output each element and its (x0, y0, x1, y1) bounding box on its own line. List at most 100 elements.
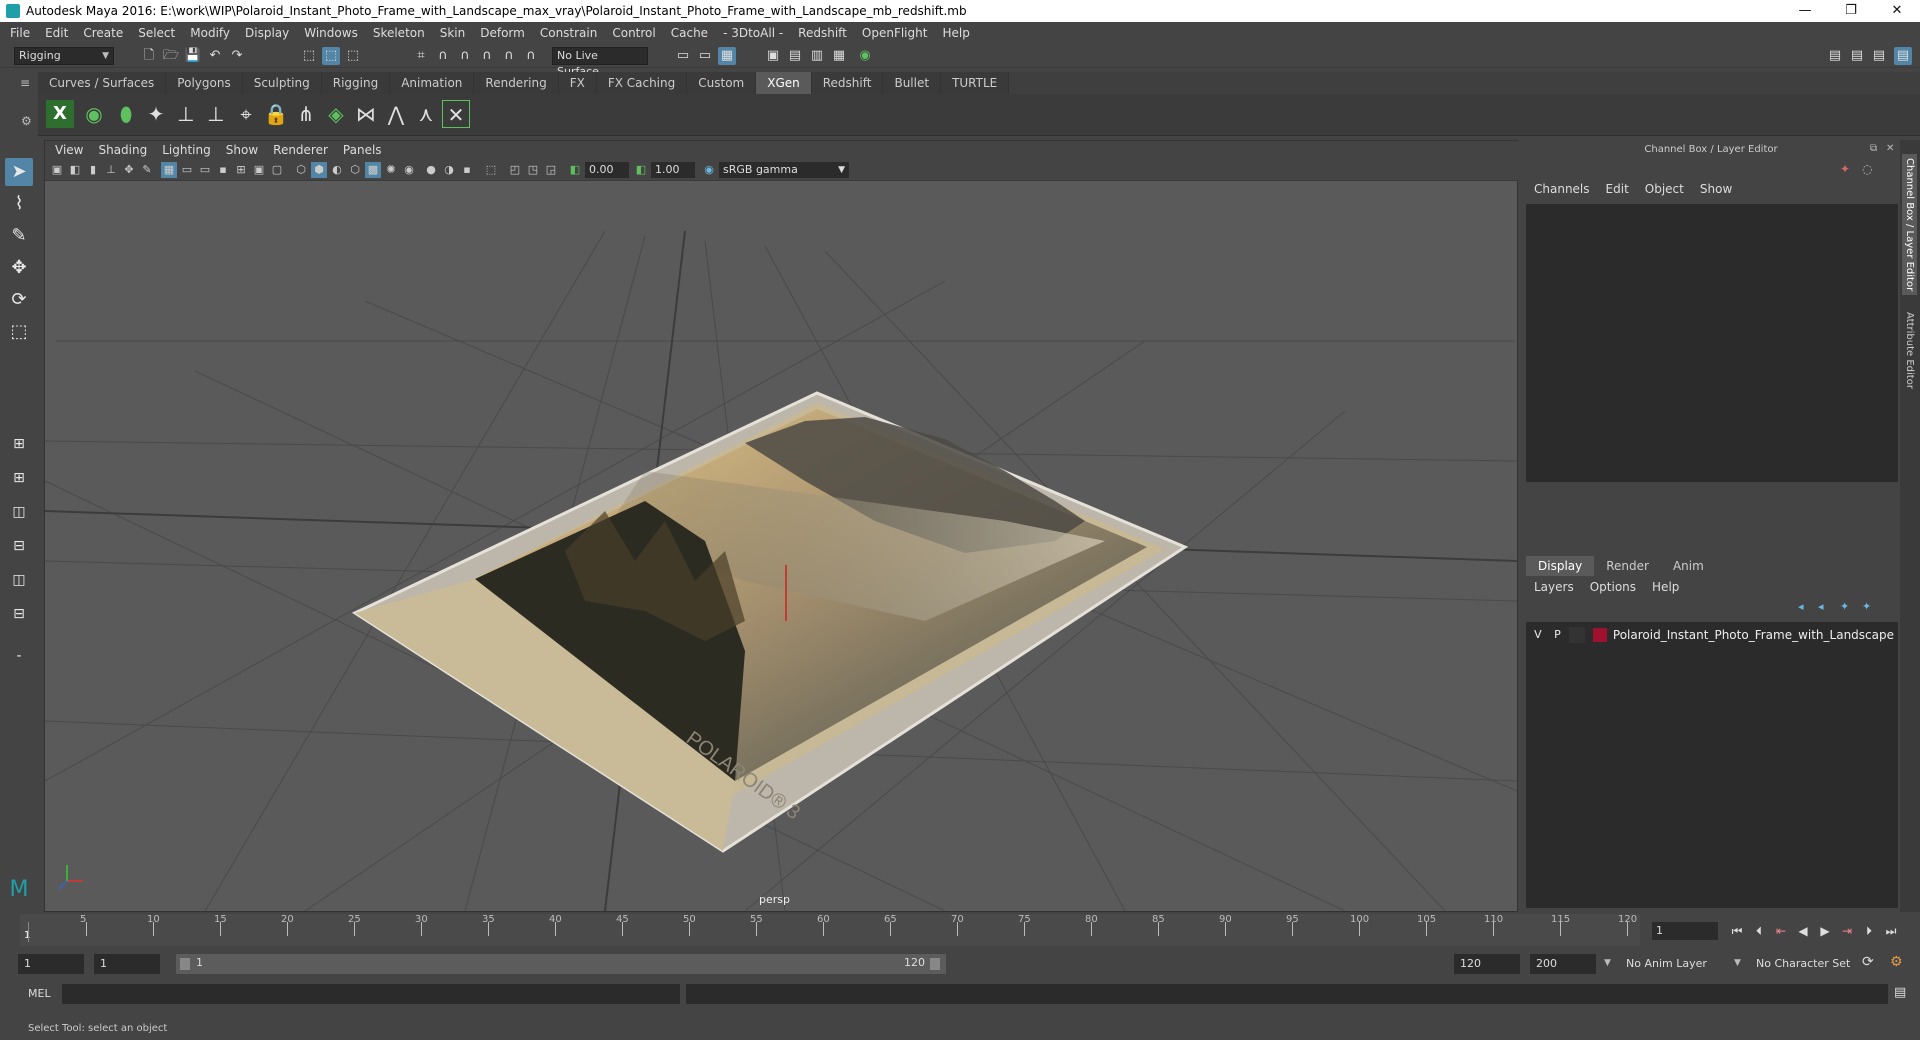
xgen-guide-sculpt-icon[interactable]: ⌖ (232, 100, 260, 128)
shelf-tab-rendering[interactable]: Rendering (474, 72, 559, 94)
construction-history-icon[interactable]: ▭ (674, 47, 692, 65)
side-tab-channel-box[interactable]: Channel Box / Layer Editor (1902, 154, 1917, 296)
layout-menu-icon[interactable]: - (5, 642, 33, 670)
new-layer-selected-icon[interactable]: ✦ (1862, 600, 1871, 613)
xgen-groom-icon[interactable]: ⋈ (352, 100, 380, 128)
vp-menu-panels[interactable]: Panels (343, 143, 382, 157)
auto-key-icon[interactable]: ⟳ (1862, 954, 1874, 970)
cb-menu-edit[interactable]: Edit (1606, 182, 1629, 200)
shadows-icon[interactable]: ◉ (401, 162, 417, 178)
shelf-settings-icon[interactable]: ⚙ (21, 114, 32, 128)
render-settings-icon[interactable]: ▦ (830, 47, 848, 65)
cb-menu-channels[interactable]: Channels (1534, 182, 1590, 200)
xgen-guides-to-curves-icon[interactable]: ⋔ (292, 100, 320, 128)
move-layer-up-icon[interactable]: ◂ (1798, 600, 1804, 613)
play-backwards-icon[interactable]: ◀ (1794, 922, 1812, 940)
animation-end-field[interactable]: 200 (1530, 954, 1596, 974)
snap-point-icon[interactable]: ∩ (456, 47, 474, 65)
live-surface-field[interactable]: No Live Surface (552, 47, 648, 78)
le-menu-options[interactable]: Options (1590, 580, 1636, 594)
step-back-frame-icon[interactable]: ⏴ (1750, 922, 1768, 940)
exposure-field[interactable]: 0.00 (585, 162, 629, 178)
shelf-tab-fx[interactable]: FX (558, 72, 597, 94)
snap-grid-icon[interactable]: ⌗ (412, 47, 430, 65)
le-menu-layers[interactable]: Layers (1534, 580, 1574, 594)
shelf-tab-turtle[interactable]: TURTLE (941, 72, 1010, 94)
cb-menu-show[interactable]: Show (1700, 182, 1732, 200)
tab-display[interactable]: Display (1526, 556, 1595, 576)
workspace-attribute-icon[interactable]: ▤ (1848, 47, 1866, 65)
xgen-layer-icon[interactable]: ◈ (322, 100, 350, 128)
maya-home-icon[interactable]: M (5, 876, 33, 904)
exposure-icon[interactable]: ◧ (567, 162, 583, 178)
workspace-tool-settings-icon[interactable]: ▤ (1870, 47, 1888, 65)
close-button[interactable]: ✕ (1874, 0, 1920, 22)
close-panel-icon[interactable]: ✕ (1886, 143, 1894, 154)
channel-box-area[interactable] (1526, 204, 1898, 482)
bookmark-icon[interactable]: ▮ (85, 162, 101, 178)
menu-windows[interactable]: Windows (304, 26, 358, 40)
shelf-menu-icon[interactable]: ≡ (20, 76, 30, 90)
xgen-editor-icon[interactable]: X (46, 100, 74, 128)
snap-curve-icon[interactable]: ∩ (434, 47, 452, 65)
shelf-tab-animation[interactable]: Animation (390, 72, 475, 94)
render-view-icon[interactable]: ▣ (764, 47, 782, 65)
step-forward-key-icon[interactable]: ⇥ (1838, 922, 1856, 940)
chevron-down-icon[interactable]: ▼ (1604, 958, 1611, 968)
menu-redshift[interactable]: Redshift (798, 26, 847, 40)
snap-live-icon[interactable]: ∩ (522, 47, 540, 65)
gamma-icon[interactable]: ◧ (633, 162, 649, 178)
time-slider[interactable]: 1 5 10 15 20 25 30 35 40 45 50 55 60 65 … (20, 914, 1640, 946)
play-forwards-icon[interactable]: ▶ (1816, 922, 1834, 940)
le-menu-help[interactable]: Help (1652, 580, 1679, 594)
textured-icon[interactable]: ▩ (365, 162, 381, 178)
minimize-button[interactable]: — (1782, 0, 1828, 22)
paint-select-tool-icon[interactable]: ✎ (5, 222, 33, 250)
undo-icon[interactable]: ↶ (206, 47, 224, 65)
hypershade-icon[interactable]: ◉ (856, 47, 874, 65)
grid-icon[interactable]: ▦ (161, 162, 177, 178)
safe-title-icon[interactable]: ▢ (269, 162, 285, 178)
menu-create[interactable]: Create (83, 26, 123, 40)
menu-skin[interactable]: Skin (440, 26, 466, 40)
2d-pan-zoom-icon[interactable]: ✥ (121, 162, 137, 178)
scale-tool-icon[interactable]: ⬚ (5, 318, 33, 346)
menu-3dtoall[interactable]: - 3DtoAll - (723, 26, 783, 40)
lasso-tool-icon[interactable]: ⌇ (5, 190, 33, 218)
scene-canvas[interactable]: POLAROID® 3 (45, 181, 1517, 911)
move-layer-down-icon[interactable]: ◂ (1818, 600, 1824, 613)
xgen-description-icon[interactable]: ⬮ (112, 100, 140, 128)
xgen-toggle-icon[interactable]: ✕ (442, 100, 470, 128)
menu-modify[interactable]: Modify (190, 26, 230, 40)
safe-action-icon[interactable]: ▣ (251, 162, 267, 178)
animation-start-field[interactable]: 1 (18, 954, 84, 974)
float-panel-icon[interactable]: ⧉ (1870, 143, 1877, 154)
film-gate-icon[interactable]: ▭ (179, 162, 195, 178)
xray-joints-icon[interactable]: ◳ (525, 162, 541, 178)
gate-mask-icon[interactable]: ▪ (215, 162, 231, 178)
shelf-tab-sculpting[interactable]: Sculpting (242, 72, 322, 94)
shelf-tab-xgen[interactable]: XGen (756, 72, 812, 94)
ipr-render-icon[interactable]: ▥ (808, 47, 826, 65)
current-frame-field[interactable]: 1 (1652, 922, 1718, 940)
symmetry-icon[interactable]: ▦ (718, 47, 736, 65)
script-editor-icon[interactable]: ▤ (1894, 985, 1906, 1000)
playback-start-field[interactable]: 1 (94, 954, 160, 974)
menu-skeleton[interactable]: Skeleton (373, 26, 425, 40)
speed-icon[interactable]: ◌ (1862, 162, 1872, 176)
step-back-key-icon[interactable]: ⇤ (1772, 922, 1790, 940)
vp-menu-view[interactable]: View (55, 143, 83, 157)
xgen-add-guide-icon[interactable]: ✦ (142, 100, 170, 128)
resolution-gate-icon[interactable]: ▭ (197, 162, 213, 178)
manipulator-icon[interactable]: ✦ (1840, 162, 1850, 176)
color-management-icon[interactable]: ◉ (701, 162, 717, 178)
wireframe-on-shaded-icon[interactable]: ⬡ (347, 162, 363, 178)
outliner-layout-icon[interactable]: ◫ (5, 566, 33, 594)
screen-space-ao-icon[interactable]: ● (423, 162, 439, 178)
tab-anim[interactable]: Anim (1661, 556, 1716, 576)
render-frame-icon[interactable]: ▤ (786, 47, 804, 65)
playback-end-field[interactable]: 120 (1454, 954, 1520, 974)
input-output-icon[interactable]: ▭ (696, 47, 714, 65)
menu-constrain[interactable]: Constrain (540, 26, 598, 40)
layer-color-swatch[interactable] (1592, 628, 1607, 642)
